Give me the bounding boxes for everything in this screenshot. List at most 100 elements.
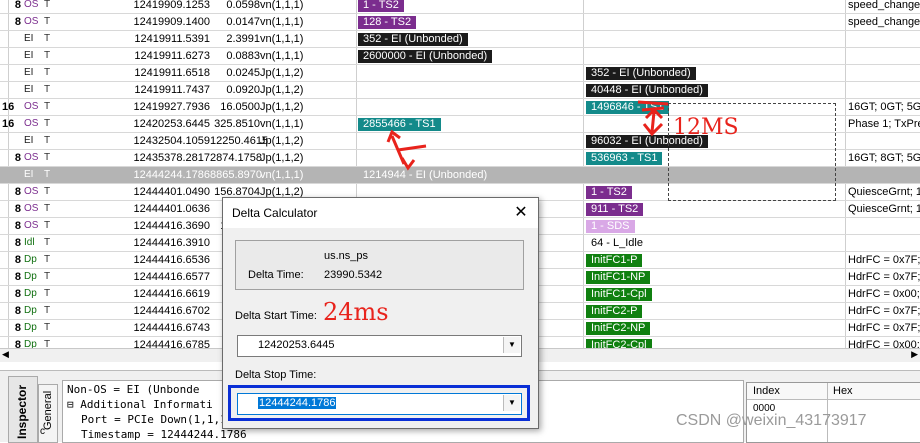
annotation-12ms: 12MS: [673, 115, 739, 140]
table-row[interactable]: EI T 12419911.6518 0.0245 Jp(1,1,2) 352 - EI …: [0, 65, 920, 82]
row-kind: OS: [24, 220, 39, 231]
row-lane: vn(1,1,1): [260, 33, 304, 45]
hex-hex-header[interactable]: Hex: [833, 385, 853, 397]
row-type: T: [44, 305, 51, 316]
packet-block[interactable]: 40448 - EI (Unbonded): [586, 84, 708, 97]
hex-index-header[interactable]: Index: [753, 385, 780, 397]
row-kind: Dp: [24, 305, 37, 316]
row-timestamp: 12444416.6702: [133, 305, 210, 317]
tree-item[interactable]: Non-OS = EI (Unbonde: [67, 383, 199, 396]
packet-block[interactable]: 1 - SDS: [586, 220, 635, 233]
tab-c[interactable]: c: [40, 426, 45, 437]
scroll-right-icon[interactable]: ▶: [911, 349, 918, 360]
packet-block[interactable]: 128 - TS2: [358, 16, 417, 29]
row-kind: EI: [24, 67, 34, 78]
table-row[interactable]: 8 OS T 12419909.1400 0.0147 vn(1,1,1) speed_ch…: [0, 14, 920, 31]
row-type: T: [44, 118, 51, 129]
packet-block[interactable]: InitFC2-Cpl: [586, 339, 652, 348]
row-type: T: [44, 271, 51, 282]
row-kind: EI: [24, 135, 34, 146]
delta-time-value: 23990.5342: [324, 269, 383, 281]
row-delta: 325.8510: [214, 118, 260, 130]
packet-block[interactable]: InitFC1-P: [586, 254, 643, 267]
packet-block[interactable]: 64 - L_Idle: [586, 237, 648, 250]
row-timestamp: 12432504.1059: [133, 135, 210, 147]
row-lane: Jp(1,1,2): [260, 101, 304, 113]
packet-block[interactable]: 536963 - TS1: [586, 152, 663, 165]
packet-block[interactable]: 911 - TS2: [586, 203, 644, 216]
row-note: speed_change: [848, 16, 920, 28]
row-type: T: [44, 237, 51, 248]
table-row[interactable]: 8 OS T 12419909.1253 0.0598 vn(1,1,1) speed_ch…: [0, 0, 920, 14]
packet-block[interactable]: InitFC1-NP: [586, 271, 651, 284]
row-type: T: [44, 135, 51, 146]
packet-block[interactable]: 1 - TS2: [586, 186, 632, 199]
stop-time-label: Delta Stop Time:: [235, 369, 317, 381]
row-type: T: [44, 220, 51, 231]
row-type: T: [44, 203, 51, 214]
tab-inspector[interactable]: Inspector: [8, 376, 38, 443]
packet-block[interactable]: 352 - EI (Unbonded): [358, 33, 468, 46]
row-type: T: [44, 152, 51, 163]
chevron-down-icon[interactable]: ▼: [503, 337, 520, 353]
row-count-b: 8: [14, 0, 21, 11]
tree-item[interactable]: Timestamp = 12444244.1786: [81, 428, 247, 441]
row-type: T: [44, 16, 51, 27]
packet-block[interactable]: InitFC1-Cpl: [586, 288, 652, 301]
row-lane: vn(1,1,1): [260, 118, 304, 130]
annotation-arrow-left: [386, 129, 427, 171]
row-note: HdrFC = 0x00;: [848, 339, 920, 348]
row-type: T: [44, 339, 51, 348]
row-timestamp: 12444401.0636: [133, 203, 210, 215]
close-icon[interactable]: ✕: [512, 204, 530, 222]
row-kind: OS: [24, 101, 39, 112]
annotation-24ms: 24ms: [323, 298, 389, 326]
row-type: T: [44, 169, 51, 180]
row-delta: 8865.8970: [210, 169, 262, 181]
packet-block[interactable]: 2600000 - EI (Unbonded): [358, 50, 493, 63]
tree-item[interactable]: Port = PCIe Down(1,1,1): [81, 413, 233, 426]
start-time-dropdown[interactable]: 12420253.6445 ▼: [237, 335, 522, 357]
dialog-title-bar: Delta Calculator ✕: [223, 198, 538, 228]
row-timestamp: 12419911.7437: [134, 84, 210, 96]
row-kind: OS: [24, 186, 39, 197]
row-count-b: 8: [14, 322, 21, 334]
table-row[interactable]: EI T 12419911.7437 0.0920 Jp(1,1,2) 40448 - E…: [0, 82, 920, 99]
row-delta: 2.3991: [226, 33, 260, 45]
row-lane: vn(1,1,1): [260, 169, 304, 181]
row-note: HdrFC = 0x7F;: [848, 254, 920, 266]
table-row[interactable]: EI T 12419911.6273 0.0883 vn(1,1,1) 2600000 -…: [0, 48, 920, 65]
packet-block[interactable]: InitFC2-P: [586, 305, 643, 318]
row-lane: Jp(1,1,2): [260, 152, 304, 164]
row-delta: 0.0598: [226, 0, 260, 11]
tree-item[interactable]: ⊟ Additional Informati: [67, 398, 213, 411]
row-kind: EI: [24, 50, 34, 61]
packet-block[interactable]: InitFC2-NP: [586, 322, 651, 335]
row-kind: EI: [24, 84, 34, 95]
row-timestamp: 12444244.1786: [133, 169, 210, 181]
row-type: T: [44, 33, 51, 44]
row-timestamp: 12444416.3910: [133, 237, 210, 249]
row-timestamp: 12444416.6743: [133, 322, 210, 334]
packet-block[interactable]: 1 - TS2: [358, 0, 404, 12]
packet-block[interactable]: 352 - EI (Unbonded): [586, 67, 696, 80]
row-lane: Jp(1,1,2): [260, 67, 304, 79]
start-time-label: Delta Start Time:: [235, 310, 317, 322]
row-timestamp: 12435378.2817: [133, 152, 210, 164]
row-kind: OS: [24, 0, 39, 10]
row-kind: EI: [24, 169, 34, 180]
row-count-b: 8: [14, 237, 21, 249]
row-kind: Dp: [24, 254, 37, 265]
row-kind: OS: [24, 118, 39, 129]
annotation-focus-box: [228, 385, 530, 421]
row-note: Phase 1; TxPre: [848, 118, 920, 130]
row-kind: EI: [24, 33, 34, 44]
row-lane: Jp(1,1,2): [260, 135, 304, 147]
row-type: T: [44, 322, 51, 333]
row-count-b: 8: [14, 339, 21, 348]
table-row[interactable]: EI T 12419911.5391 2.3991 vn(1,1,1) 352 - EI …: [0, 31, 920, 48]
row-count-b: 8: [14, 186, 21, 198]
row-count-b: 8: [14, 271, 21, 283]
scroll-left-icon[interactable]: ◀: [2, 349, 9, 360]
row-note: 16GT; 0GT; 5G: [848, 101, 920, 113]
